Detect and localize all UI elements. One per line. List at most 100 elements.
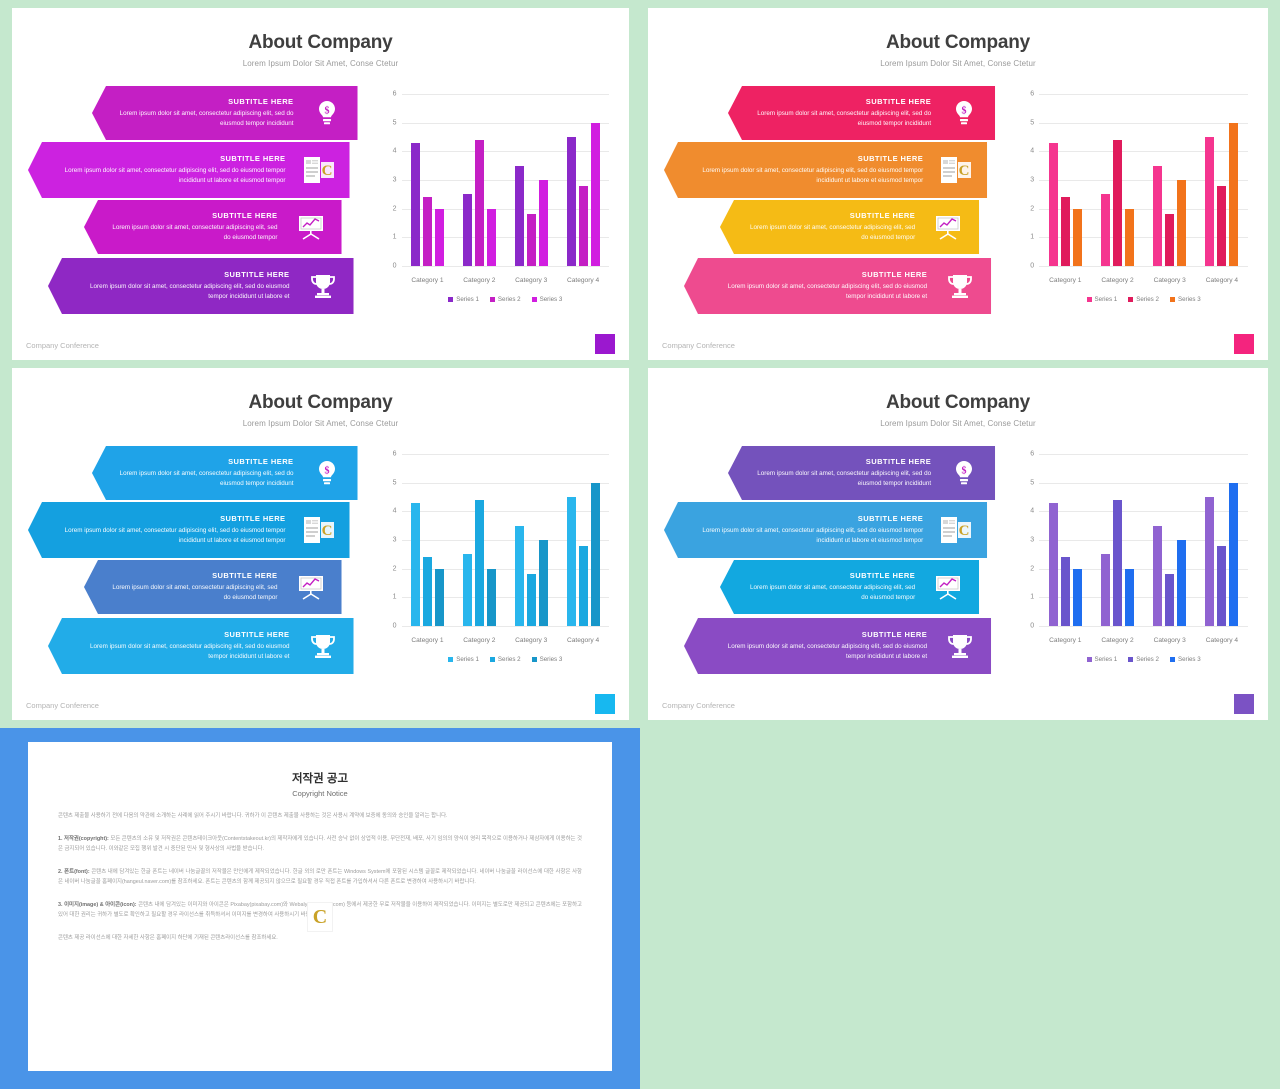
chart-legend-item[interactable]: Series 1	[1086, 296, 1117, 303]
arrow-banner-3[interactable]: SUBTITLE HERE Lorem ipsum dolor sit amet…	[84, 560, 342, 614]
arrow-banner-1[interactable]: SUBTITLE HERE Lorem ipsum dolor sit amet…	[728, 86, 996, 140]
chart-legend-item[interactable]: Series 3	[531, 296, 562, 303]
arrow-banner-1[interactable]: SUBTITLE HERE Lorem ipsum dolor sit amet…	[728, 446, 996, 500]
y-axis-tick: 4	[392, 507, 397, 515]
chart-gridline: 0	[1030, 263, 1248, 270]
banner-description: Lorem ipsum dolor sit amet, consectetur …	[112, 584, 278, 601]
chart-legend-item[interactable]: Series 3	[1169, 296, 1201, 303]
chart-bar-group	[1091, 94, 1143, 266]
slide-1[interactable]: About Company Lorem Ipsum Dolor Sit Amet…	[12, 8, 629, 360]
document-chart-icon: C	[296, 156, 342, 184]
arrow-banner-2[interactable]: SUBTITLE HERE Lorem ipsum dolor sit amet…	[28, 502, 350, 558]
banner-description: Lorem ipsum dolor sit amet, consectetur …	[112, 224, 278, 241]
copyright-title: 저작권 공고	[291, 773, 349, 785]
arrow-banner-1[interactable]: SUBTITLE HERE Lorem ipsum dolor sit amet…	[92, 446, 358, 500]
chart-gridline: 0	[393, 623, 609, 630]
chart-bar	[1229, 122, 1239, 266]
bar-chart: 0 1 2 3 4 5 6 Category 1 Category 2 Catego…	[380, 448, 609, 663]
slide-4[interactable]: About Company Lorem Ipsum Dolor Sit Amet…	[648, 368, 1268, 720]
chart-bar	[1205, 497, 1215, 626]
chart-legend-item[interactable]: Series 2	[1128, 296, 1159, 303]
svg-text:$: $	[324, 106, 329, 117]
copyright-paragraph-1: 1. 저작권(copyright): 모든 콘텐츠의 소유 및 저작권은 콘텐츠…	[58, 836, 582, 852]
chart-legend-item[interactable]: Series 1	[448, 296, 479, 303]
slide-deck-grid: About Company Lorem Ipsum Dolor Sit Amet…	[0, 0, 1280, 1089]
chart-legend-item[interactable]: Series 2	[489, 296, 521, 303]
chart-bar	[526, 214, 536, 266]
chart-bar	[1177, 540, 1187, 626]
banner-text: SUBTITLE HERE Lorem ipsum dolor sit amet…	[28, 154, 296, 186]
arrow-banner-4[interactable]: SUBTITLE HERE Lorem ipsum dolor sit amet…	[48, 618, 354, 674]
banner-text: SUBTITLE HERE Lorem ipsum dolor sit amet…	[48, 630, 300, 662]
y-axis-tick: 4	[1030, 507, 1035, 515]
arrow-banner-2[interactable]: SUBTITLE HERE Lorem ipsum dolor sit amet…	[664, 142, 988, 198]
chart-bar	[410, 502, 420, 626]
x-axis-label: Category 4	[566, 637, 600, 644]
arrow-banner-4[interactable]: SUBTITLE HERE Lorem ipsum dolor sit amet…	[48, 258, 354, 314]
svg-text:C: C	[959, 523, 970, 539]
paragraph-heading: 3. 이미지(image) & 아이콘(icon):	[58, 902, 137, 909]
chart-bar-group	[1039, 454, 1091, 626]
arrow-banner-list: SUBTITLE HERE Lorem ipsum dolor sit amet…	[20, 86, 358, 320]
banner-subtitle: SUBTITLE HERE	[228, 457, 294, 467]
slide-footer: Company Conference	[662, 341, 735, 350]
banner-subtitle: SUBTITLE HERE	[220, 154, 286, 164]
chart-container: 0 1 2 3 4 5 6 Category 1 Category 2 Catego…	[995, 86, 1254, 320]
arrow-banner-4[interactable]: SUBTITLE HERE Lorem ipsum dolor sit amet…	[684, 618, 992, 674]
chart-legend-item[interactable]: Series 2	[1128, 656, 1159, 663]
slide-body: SUBTITLE HERE Lorem ipsum dolor sit amet…	[648, 86, 1268, 320]
arrow-banner-2[interactable]: SUBTITLE HERE Lorem ipsum dolor sit amet…	[664, 502, 988, 558]
chart-legend-item[interactable]: Series 3	[531, 656, 562, 663]
arrow-banner-2[interactable]: SUBTITLE HERE Lorem ipsum dolor sit amet…	[28, 142, 350, 198]
legend-label: Series 1	[1094, 656, 1118, 663]
slide-body: SUBTITLE HERE Lorem ipsum dolor sit amet…	[12, 446, 629, 680]
chart-legend-item[interactable]: Series 1	[448, 656, 479, 663]
slide-3[interactable]: About Company Lorem Ipsum Dolor Sit Amet…	[12, 368, 629, 720]
legend-swatch	[531, 657, 537, 662]
banner-description: Lorem ipsum dolor sit amet, consectetur …	[727, 643, 928, 660]
chart-bar-group	[1196, 94, 1248, 266]
arrow-banner-3[interactable]: SUBTITLE HERE Lorem ipsum dolor sit amet…	[720, 560, 980, 614]
slide-2[interactable]: About Company Lorem Ipsum Dolor Sit Amet…	[648, 8, 1268, 360]
x-axis-label: Category 2	[463, 277, 496, 284]
svg-text:$: $	[324, 466, 329, 477]
banner-description: Lorem ipsum dolor sit amet, consectetur …	[749, 224, 916, 241]
banner-text: SUBTITLE HERE Lorem ipsum dolor sit amet…	[720, 211, 925, 243]
chart-legend-item[interactable]: Series 3	[1169, 656, 1201, 663]
banner-subtitle: SUBTITLE HERE	[857, 514, 924, 524]
chart-legend-item[interactable]: Series 1	[1086, 656, 1118, 663]
banners-column: SUBTITLE HERE Lorem ipsum dolor sit amet…	[648, 86, 996, 320]
banner-description: Lorem ipsum dolor sit amet, consectetur …	[757, 470, 932, 487]
x-axis-label: Category 2	[1101, 277, 1134, 284]
chart-bar	[1165, 574, 1175, 626]
copyright-intro: 콘텐츠 제출물 사용하기 전에 다음의 약관에 소개하는 사례에 읽어 주시기 …	[58, 813, 448, 819]
legend-swatch	[1086, 657, 1092, 662]
chart-bar	[486, 568, 496, 626]
arrow-banner-3[interactable]: SUBTITLE HERE Lorem ipsum dolor sit amet…	[720, 200, 980, 254]
banner-text: SUBTITLE HERE Lorem ipsum dolor sit amet…	[92, 97, 304, 129]
document-chart-icon: C	[296, 516, 342, 544]
chart-bar	[1060, 197, 1070, 266]
chart-bars	[1039, 94, 1248, 266]
x-axis-label: Category 3	[515, 637, 548, 644]
chart-bar	[1112, 499, 1122, 626]
legend-label: Series 2	[1136, 296, 1159, 303]
arrow-banner-list: SUBTITLE HERE Lorem ipsum dolor sit amet…	[20, 446, 358, 680]
x-axis-label: Category 1	[411, 637, 444, 644]
arrow-banner-3[interactable]: SUBTITLE HERE Lorem ipsum dolor sit amet…	[84, 200, 342, 254]
arrow-banner-4[interactable]: SUBTITLE HERE Lorem ipsum dolor sit amet…	[684, 258, 992, 314]
chart-column: 0 1 2 3 4 5 6 Category 1 Category 2 Catego…	[995, 86, 1268, 320]
banner-subtitle: SUBTITLE HERE	[224, 270, 290, 280]
arrow-banner-list: SUBTITLE HERE Lorem ipsum dolor sit amet…	[656, 446, 996, 680]
page-subtitle: Lorem Ipsum Dolor Sit Amet, Conse Ctetur	[242, 419, 399, 428]
x-axis-label: Category 3	[1153, 637, 1186, 644]
banner-description: Lorem ipsum dolor sit amet, consectetur …	[119, 470, 294, 487]
chart-legend-item[interactable]: Series 2	[489, 656, 521, 663]
arrow-banner-1[interactable]: SUBTITLE HERE Lorem ipsum dolor sit amet…	[92, 86, 358, 140]
chart-bar	[590, 482, 600, 626]
page-title: About Company	[248, 392, 393, 413]
presentation-chart-icon	[925, 214, 971, 240]
chart-legend: Series 1 Series 2 Series 3	[402, 296, 609, 303]
banner-text: SUBTITLE HERE Lorem ipsum dolor sit amet…	[728, 457, 941, 489]
document-chart-icon: C	[933, 156, 979, 184]
